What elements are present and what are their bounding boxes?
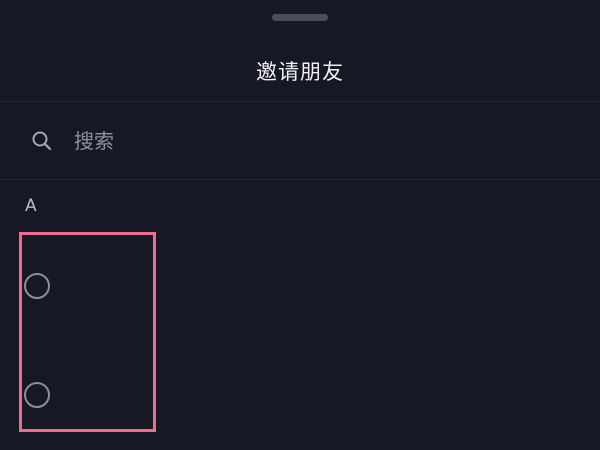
search-divider [0,179,600,180]
radio-unchecked-icon[interactable] [24,382,50,408]
search-icon [32,131,52,151]
page-title: 邀请朋友 [256,60,344,84]
search-input[interactable] [74,126,554,156]
invite-friends-sheet: 邀请朋友 A [0,0,600,450]
radio-unchecked-icon[interactable] [24,273,50,299]
contact-row[interactable] [0,346,600,446]
drag-handle[interactable] [272,14,328,21]
sheet-header: 邀请朋友 [0,40,600,100]
section-header-letter: A [25,196,37,216]
contact-row[interactable] [0,237,600,337]
